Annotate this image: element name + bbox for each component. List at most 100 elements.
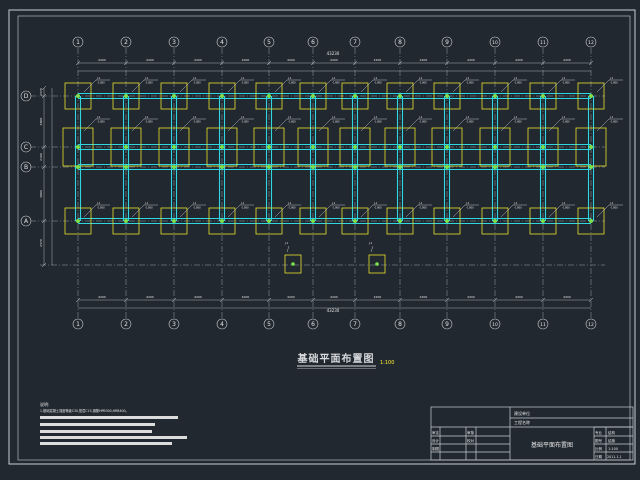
foundation-elev: -1.800: [610, 121, 618, 124]
foundation-tag: J-1: [96, 115, 101, 119]
column-5D: [267, 94, 271, 98]
axis-lines: [30, 48, 605, 318]
column-4C: [220, 145, 224, 149]
notes-heading: 说明:: [40, 401, 49, 407]
foundation-elev: -1.800: [466, 207, 474, 210]
axis-label-B: B: [24, 164, 28, 171]
leader-line: [83, 118, 97, 132]
axis-label-1: 1: [76, 39, 80, 46]
foundation-elev: -1.800: [374, 207, 382, 210]
foundation-elev: -1.800: [374, 82, 382, 85]
column-1D: [76, 94, 80, 98]
foundation-tag: J-1: [561, 115, 566, 119]
foundation-elev: -1.800: [374, 121, 382, 124]
column-12D: [589, 94, 593, 98]
overall-dim-top: 43230: [327, 51, 340, 56]
leader-line: [286, 245, 290, 253]
foundation-tag: J-1: [609, 201, 614, 205]
axis-label-2: 2: [124, 321, 128, 328]
column-11B: [541, 165, 545, 169]
outer-border: [8, 9, 636, 465]
tb-field-x-label: 专业: [595, 430, 603, 435]
column-4D: [220, 94, 224, 98]
column-1C: [76, 145, 80, 149]
column-3A: [172, 219, 176, 223]
column-6B: [311, 165, 315, 169]
foundation-tag: J-1: [368, 241, 373, 245]
foundation-tag: J-1: [373, 76, 378, 80]
bay-dim-bottom: 4200: [242, 295, 250, 299]
foundation-elev: -1.800: [145, 207, 153, 210]
leader-line: [318, 204, 332, 218]
column-5B: [267, 165, 271, 169]
column-1A: [76, 219, 80, 223]
axis-label-6: 6: [311, 39, 315, 46]
foundation-elev: -1.800: [466, 121, 474, 124]
axis-label-9: 9: [445, 321, 449, 328]
column-12A: [589, 219, 593, 223]
foundation-elev: -1.800: [241, 82, 249, 85]
column-9A: [445, 219, 449, 223]
bay-dim-bottom: 4200: [420, 295, 428, 299]
leader-line: [596, 204, 610, 218]
leader-line: [548, 79, 562, 93]
foundation-elev: -1.800: [466, 82, 474, 85]
axis-label-7: 7: [353, 39, 357, 46]
axis-label-3: 3: [172, 39, 176, 46]
column-8C: [398, 145, 402, 149]
notes-line-3: [40, 423, 155, 426]
foundation-tag: J-1: [331, 115, 336, 119]
foundation-tag: J-1: [513, 201, 518, 205]
column-10A: [493, 219, 497, 223]
foundation-elev: -1.800: [97, 82, 105, 85]
bay-dim-bottom: 4200: [287, 295, 295, 299]
bay-dim-top: 4200: [467, 58, 475, 62]
foundation-tag: J-1: [609, 76, 614, 80]
notes-line-2: [40, 416, 178, 419]
axis-label-1: 1: [76, 321, 80, 328]
bay-dim-top: 4200: [98, 58, 106, 62]
column-7B: [353, 165, 357, 169]
foundation-elev: -1.800: [332, 82, 340, 85]
foundation-elev: -1.800: [332, 121, 340, 124]
column-4B: [220, 165, 224, 169]
notes-line-5: [40, 436, 187, 439]
column-6C: [311, 145, 315, 149]
leader-line: [83, 79, 97, 93]
foundation-elev: -1.800: [241, 121, 249, 124]
axis-label-D: D: [24, 93, 29, 100]
leader-line: [500, 79, 514, 93]
tb-sheet-title: 基础平面布置图: [531, 441, 573, 449]
side-dim-left: 2370: [39, 239, 43, 247]
axis-label-C: C: [24, 144, 28, 151]
leader-line: [179, 118, 193, 132]
tb-project-name: 工程名称: [514, 419, 530, 425]
leader-line: [131, 204, 145, 218]
foundation-tag: J-1: [287, 76, 292, 80]
bay-dim-top: 4200: [146, 58, 154, 62]
foundation-tag: J-1: [331, 76, 336, 80]
foundation-tag: J-1: [465, 201, 470, 205]
axis-label-12: 12: [588, 40, 594, 46]
column-10B: [493, 165, 497, 169]
foundation-elev: -1.800: [193, 82, 201, 85]
side-dim-left: 2370: [39, 88, 43, 96]
bay-dim-top: 4200: [330, 58, 338, 62]
foundation-elev: -1.800: [419, 207, 427, 210]
foundation-elev: -1.800: [97, 121, 105, 124]
bay-dim-top: 4200: [287, 58, 295, 62]
bay-dim-top: 4200: [242, 58, 250, 62]
column-12B: [589, 165, 593, 169]
column-2A: [124, 219, 128, 223]
foundation-tag: J-1: [465, 76, 470, 80]
leader-line: [274, 118, 288, 132]
foundation-tag: J-1: [513, 115, 518, 119]
tb-role-b: 审核: [467, 430, 475, 435]
column-11A: [541, 219, 545, 223]
foundation-tag: J-1: [192, 115, 197, 119]
notes-line-6: [40, 442, 172, 445]
axis-label-10: 10: [492, 40, 498, 46]
foundation-tag: J-1: [96, 76, 101, 80]
column-1B: [76, 165, 80, 169]
foundation-elev: -1.800: [514, 121, 522, 124]
